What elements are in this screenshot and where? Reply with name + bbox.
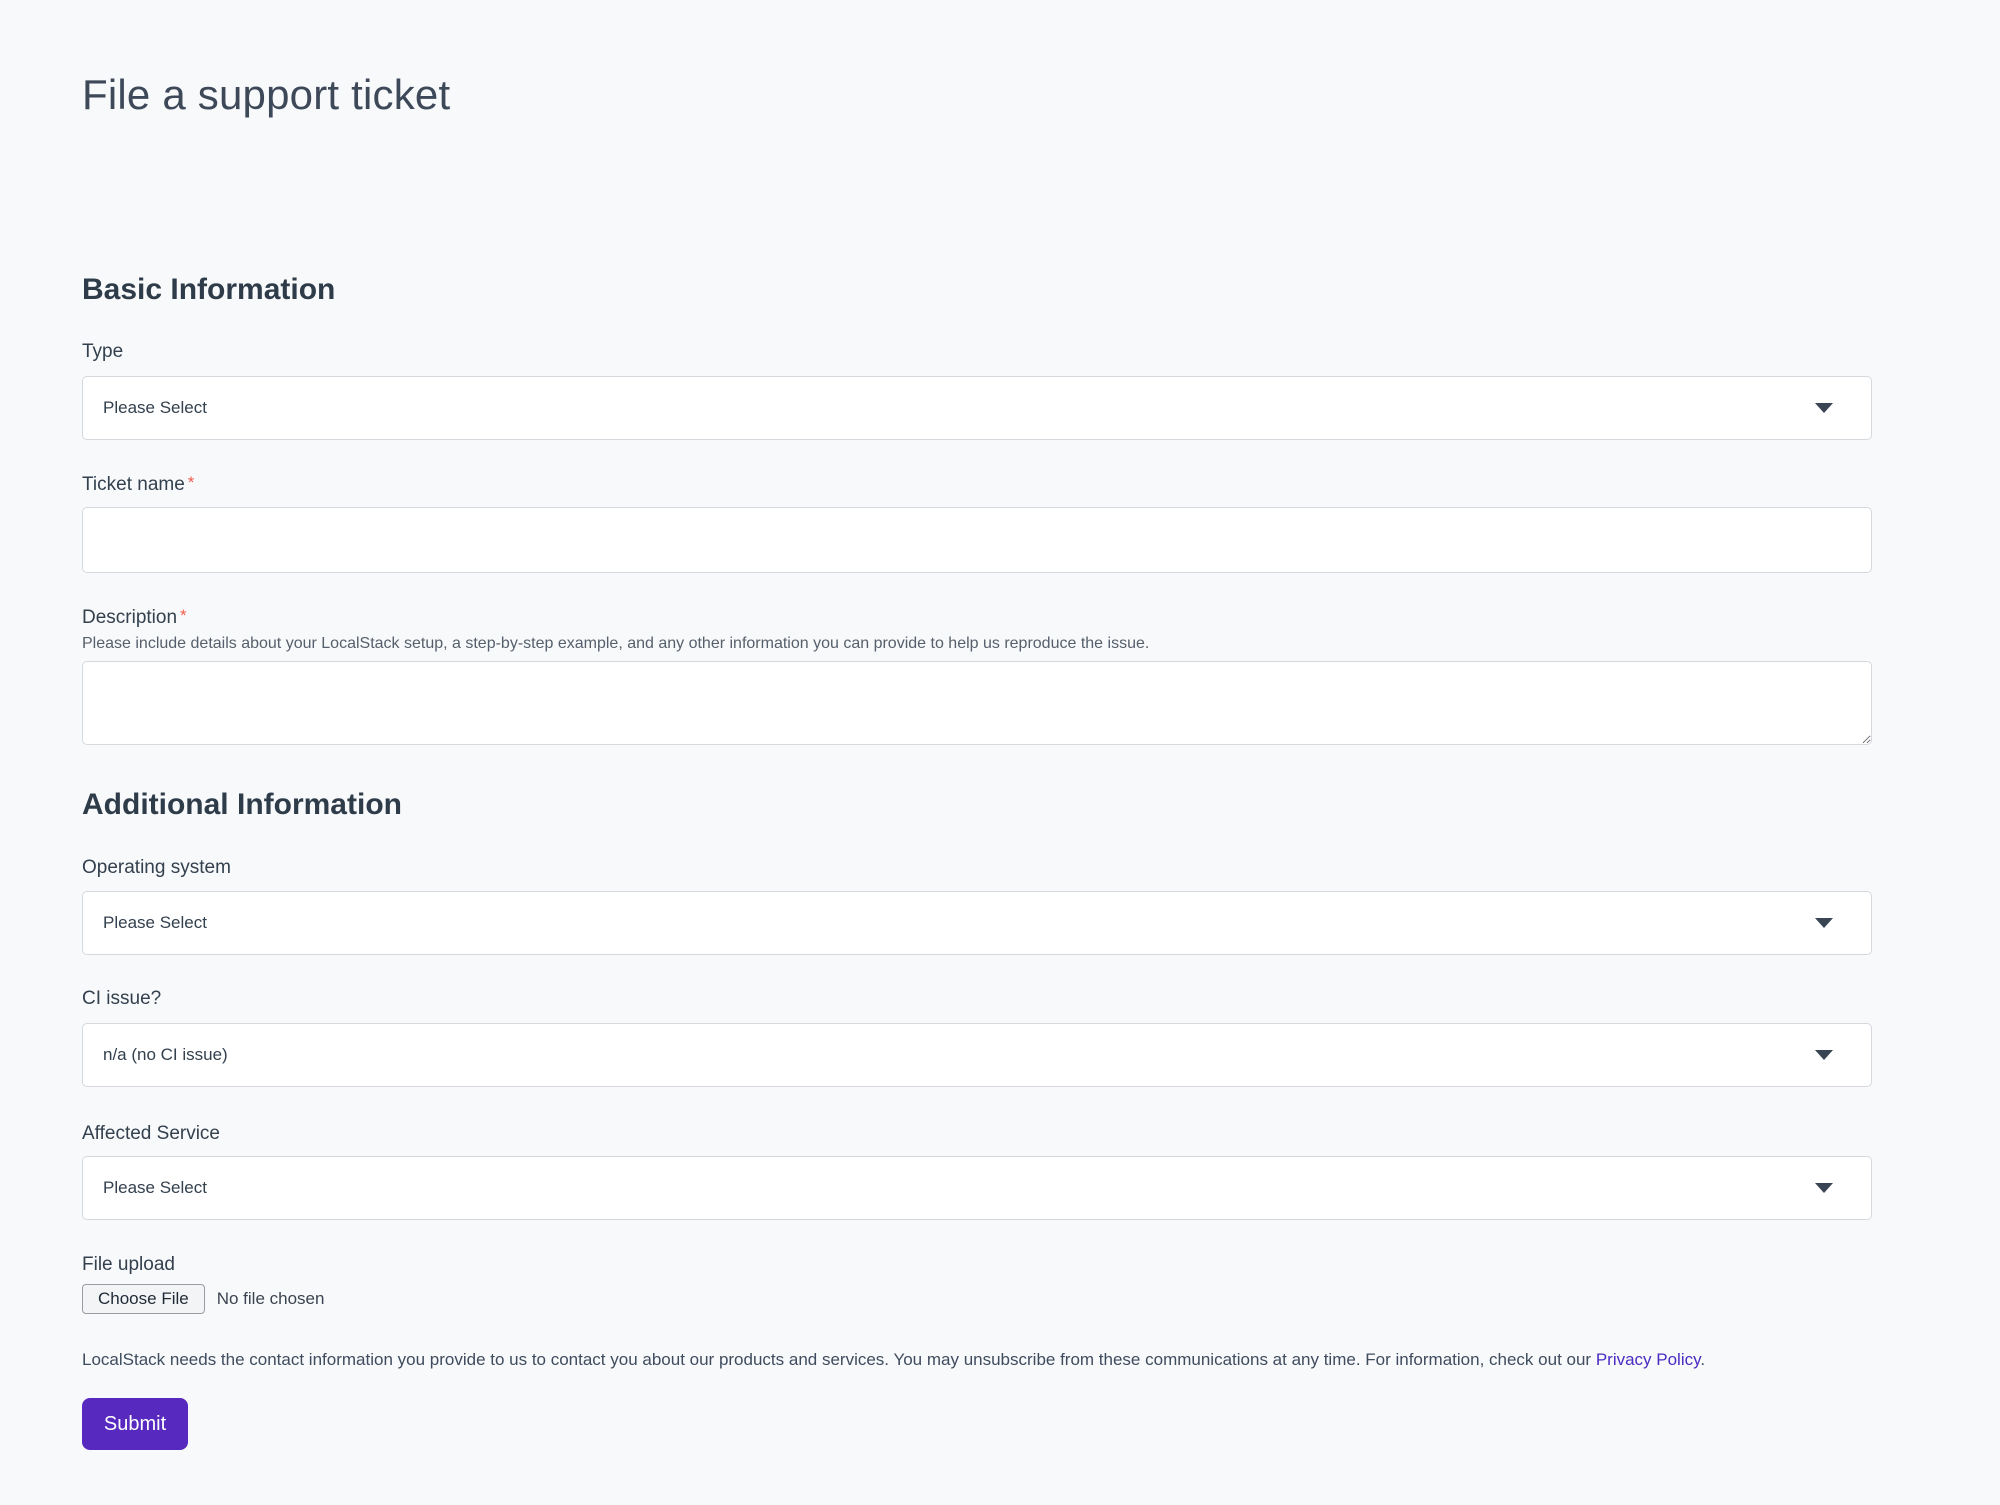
- description-label-text: Description: [82, 607, 177, 628]
- privacy-text-before: LocalStack needs the contact information…: [82, 1350, 1596, 1369]
- type-label: Type: [82, 340, 1872, 364]
- description-label: Description*: [82, 604, 1872, 630]
- submit-button[interactable]: Submit: [82, 1398, 188, 1450]
- description-helper-text: Please include details about your LocalS…: [82, 633, 1872, 655]
- operating-system-select-value: Please Select: [103, 913, 207, 933]
- page-title: File a support ticket: [82, 70, 1872, 120]
- ci-issue-select[interactable]: n/a (no CI issue): [82, 1023, 1872, 1087]
- file-upload-label: File upload: [82, 1253, 1872, 1277]
- file-upload-control: Choose File No file chosen: [82, 1284, 1872, 1314]
- description-textarea[interactable]: [82, 661, 1872, 745]
- affected-service-label: Affected Service: [82, 1122, 1872, 1146]
- ticket-name-input[interactable]: [82, 507, 1872, 573]
- ticket-name-label: Ticket name*: [82, 471, 1872, 497]
- ci-issue-select-value: n/a (no CI issue): [103, 1045, 228, 1065]
- operating-system-select[interactable]: Please Select: [82, 891, 1872, 955]
- chevron-down-icon: [1815, 1050, 1833, 1060]
- chevron-down-icon: [1815, 1183, 1833, 1193]
- type-select[interactable]: Please Select: [82, 376, 1872, 440]
- chevron-down-icon: [1815, 403, 1833, 413]
- privacy-policy-link[interactable]: Privacy Policy: [1596, 1350, 1701, 1369]
- affected-service-select[interactable]: Please Select: [82, 1156, 1872, 1220]
- chevron-down-icon: [1815, 918, 1833, 928]
- file-status-text: No file chosen: [217, 1289, 325, 1309]
- privacy-notice: LocalStack needs the contact information…: [82, 1348, 1872, 1372]
- required-asterisk: *: [180, 606, 187, 625]
- affected-service-select-value: Please Select: [103, 1178, 207, 1198]
- section-heading-basic: Basic Information: [82, 272, 1872, 308]
- section-heading-additional: Additional Information: [82, 787, 1872, 823]
- privacy-text-after: .: [1700, 1350, 1705, 1369]
- type-select-value: Please Select: [103, 398, 207, 418]
- ticket-name-label-text: Ticket name: [82, 474, 185, 495]
- support-ticket-page: File a support ticket Basic Information …: [0, 0, 2000, 1505]
- ci-issue-label: CI issue?: [82, 987, 1872, 1011]
- choose-file-button[interactable]: Choose File: [82, 1284, 205, 1314]
- required-asterisk: *: [188, 473, 195, 492]
- operating-system-label: Operating system: [82, 856, 1872, 880]
